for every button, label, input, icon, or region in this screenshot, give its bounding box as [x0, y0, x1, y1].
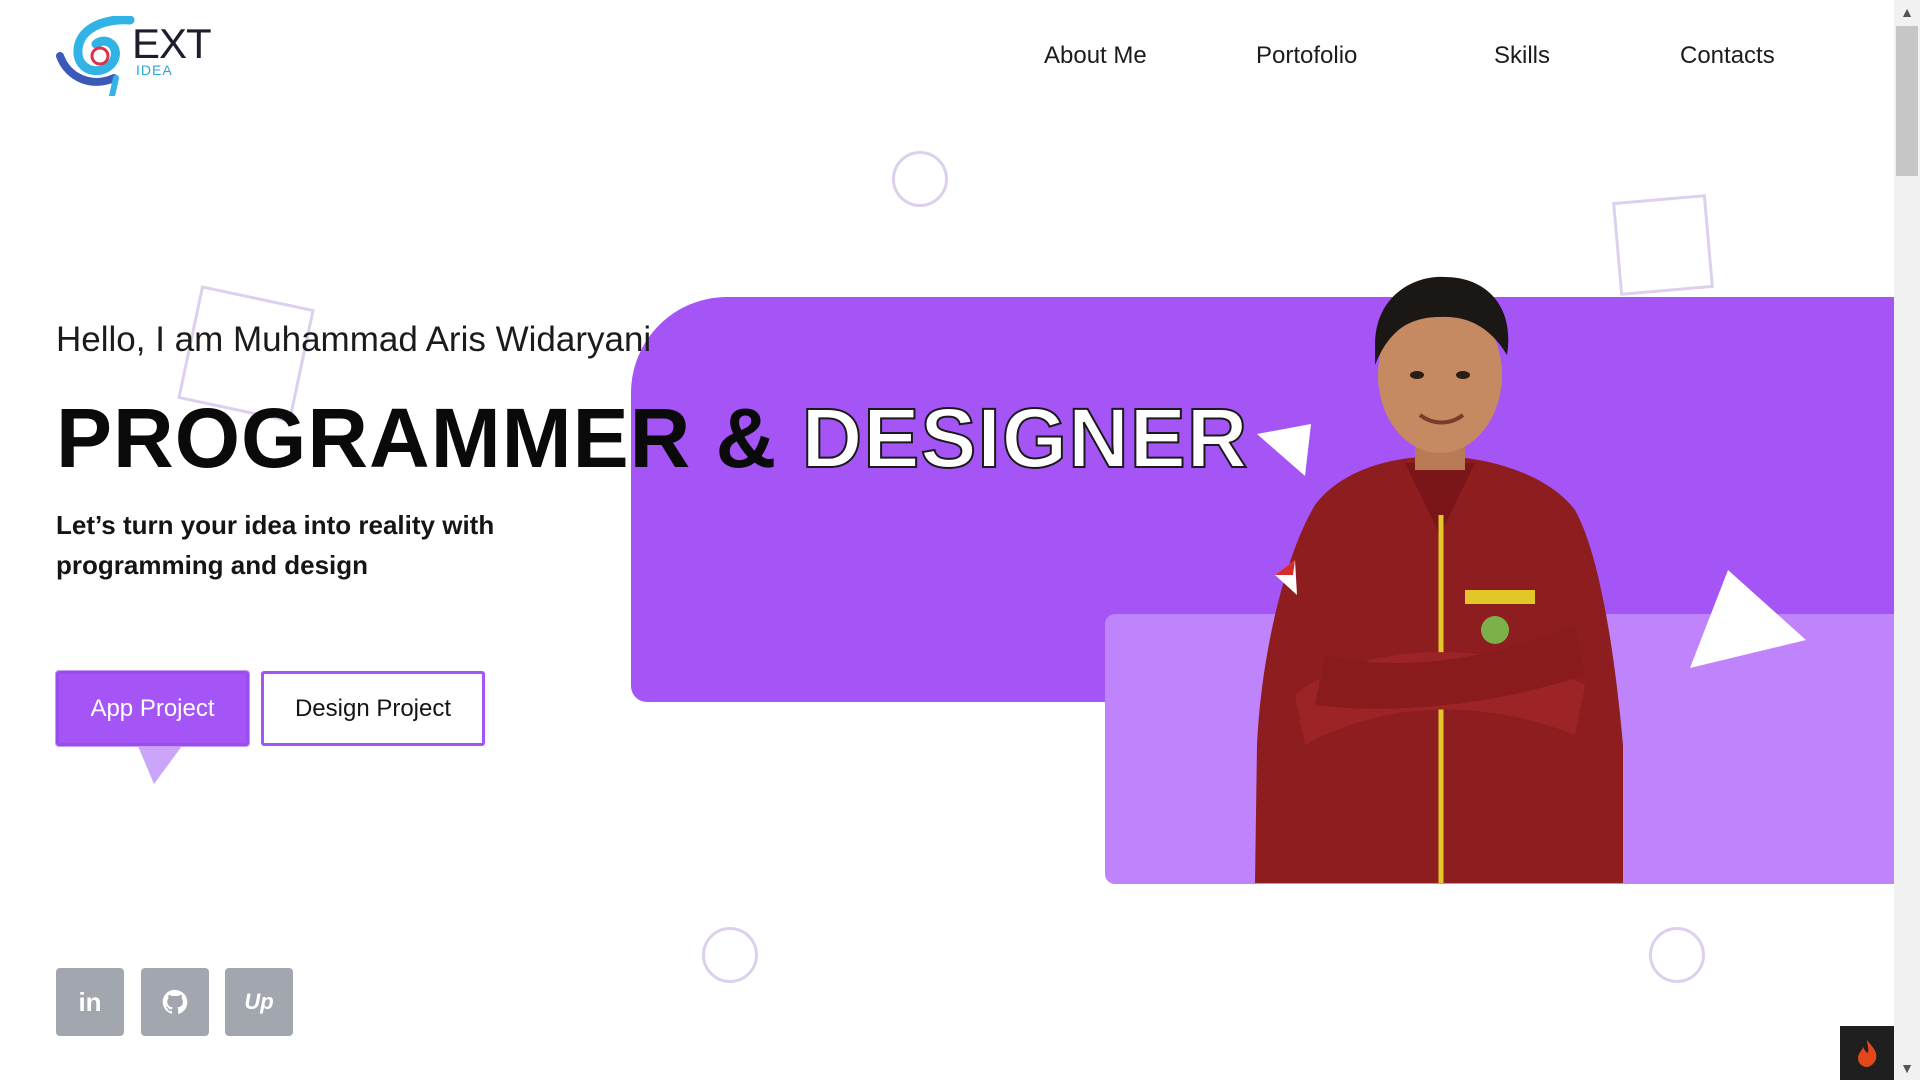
design-project-button[interactable]: Design Project: [261, 671, 485, 746]
brand-subtitle: IDEA: [136, 62, 173, 78]
hero-headline: PROGRAMMER & DESIGNER: [56, 390, 1248, 487]
hero-tagline: Let’s turn your idea into reality with p…: [56, 510, 495, 580]
profile-photo: [1255, 276, 1623, 883]
linkedin-icon: in: [78, 986, 102, 1017]
button-tail-decor: [138, 746, 182, 784]
brand-name: EXT: [132, 20, 212, 67]
nav-item-contacts[interactable]: Contacts: [1680, 42, 1775, 70]
headline-programmer: PROGRAMMER &: [56, 391, 778, 485]
scroll-down-arrow-icon[interactable]: ▼: [1896, 1058, 1918, 1078]
scroll-up-arrow-icon[interactable]: ▲: [1896, 2, 1918, 22]
decor-triangle: [1690, 570, 1806, 668]
upwork-icon: Up: [244, 989, 274, 1014]
linkedin-button[interactable]: in: [56, 968, 124, 1036]
github-icon: [162, 989, 188, 1014]
decor-circle: [892, 151, 948, 207]
hero-greeting: Hello, I am Muhammad Aris Widaryani: [56, 320, 652, 359]
github-button[interactable]: [141, 968, 209, 1036]
nav-item-skills[interactable]: Skills: [1494, 42, 1550, 70]
upwork-button[interactable]: Up: [225, 968, 293, 1036]
flame-icon: [1858, 1040, 1877, 1067]
headline-designer: DESIGNER: [801, 390, 1249, 486]
corner-widget-button[interactable]: [1840, 1026, 1894, 1080]
nav-item-portfolio[interactable]: Portofolio: [1256, 42, 1357, 70]
decor-circle: [1649, 927, 1705, 983]
app-project-button[interactable]: App Project: [56, 671, 249, 746]
nav-item-about[interactable]: About Me: [1044, 42, 1147, 70]
decor-square: [1612, 194, 1714, 296]
scrollbar-thumb[interactable]: [1896, 26, 1918, 176]
decor-circle: [702, 927, 758, 983]
